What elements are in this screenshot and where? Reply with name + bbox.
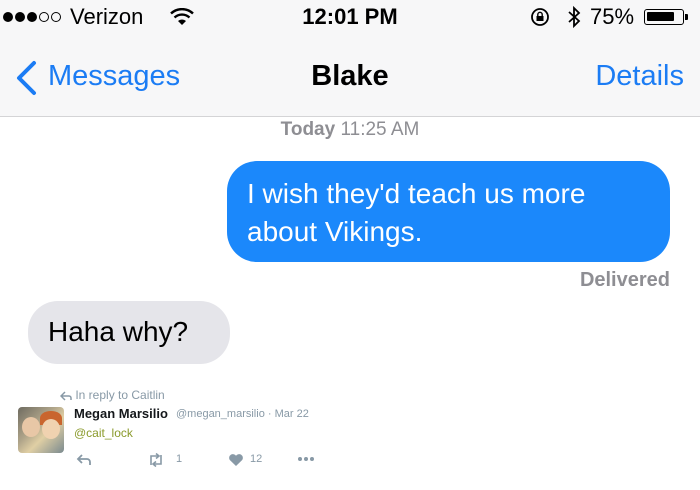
reply-icon[interactable] <box>76 453 92 467</box>
bluetooth-icon <box>568 5 581 29</box>
outgoing-message-text: I wish they'd teach us more about Viking… <box>247 178 586 247</box>
battery-tip <box>685 14 688 20</box>
conversation-timestamp: Today 11:25 AM <box>0 119 700 141</box>
retweet-icon[interactable] <box>147 453 165 467</box>
like-count: 12 <box>250 453 263 465</box>
reply-context[interactable]: In reply to Caitlin <box>60 388 165 402</box>
tweet-mention[interactable]: @cait_lock <box>74 426 133 440</box>
timestamp-day: Today <box>280 119 336 140</box>
battery-percent: 75% <box>590 4 635 29</box>
incoming-message-text: Haha why? <box>48 316 189 347</box>
details-button[interactable]: Details <box>595 60 684 93</box>
timestamp-time: 11:25 AM <box>340 119 420 140</box>
tweet-author-handle-date[interactable]: @megan_marsilio · Mar 22 <box>176 408 309 420</box>
delivered-status: Delivered <box>579 269 670 291</box>
avatar[interactable] <box>18 407 64 453</box>
tweet-author-name[interactable]: Megan Marsilio <box>74 406 168 421</box>
more-icon[interactable] <box>297 456 315 462</box>
rotation-lock-icon <box>531 8 549 26</box>
retweet-count: 1 <box>176 453 183 465</box>
outgoing-message-bubble[interactable]: I wish they'd teach us more about Viking… <box>227 161 670 262</box>
battery-icon <box>644 9 684 25</box>
incoming-message-bubble[interactable]: Haha why? <box>28 301 230 364</box>
status-bar: Verizon 12:01 PM 75% <box>0 0 700 36</box>
reply-context-text: In reply to Caitlin <box>75 388 165 402</box>
heart-icon[interactable] <box>228 453 244 467</box>
reply-arrow-icon <box>60 391 72 401</box>
